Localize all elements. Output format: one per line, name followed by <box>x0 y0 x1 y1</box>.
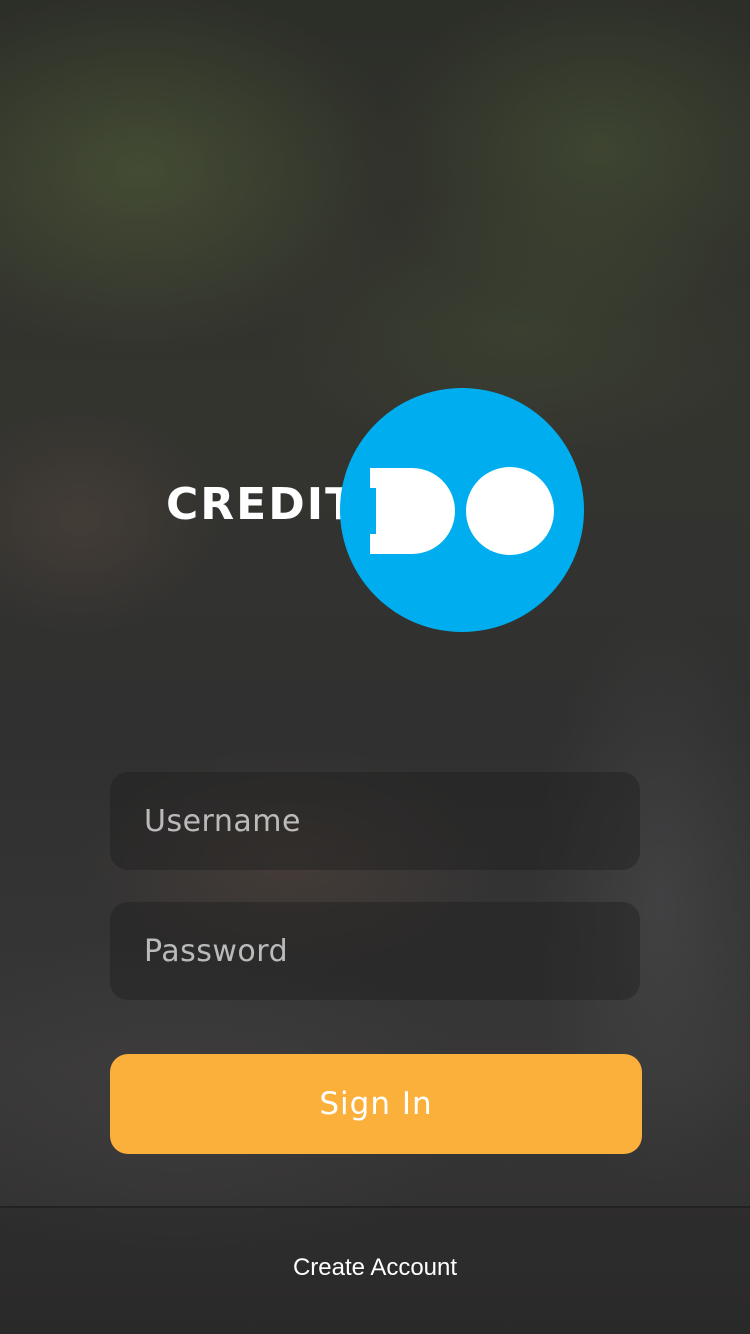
app-logo: CREDIT <box>166 388 586 632</box>
logo-wordmark: CREDIT <box>166 479 358 530</box>
logo-mark <box>340 388 584 632</box>
username-field-container <box>110 772 640 870</box>
username-input[interactable] <box>144 772 640 870</box>
password-field-container <box>110 902 640 1000</box>
sign-in-button[interactable]: Sign In <box>110 1054 642 1154</box>
password-input[interactable] <box>144 902 640 1000</box>
create-account-link[interactable]: Create Account <box>0 1250 750 1286</box>
